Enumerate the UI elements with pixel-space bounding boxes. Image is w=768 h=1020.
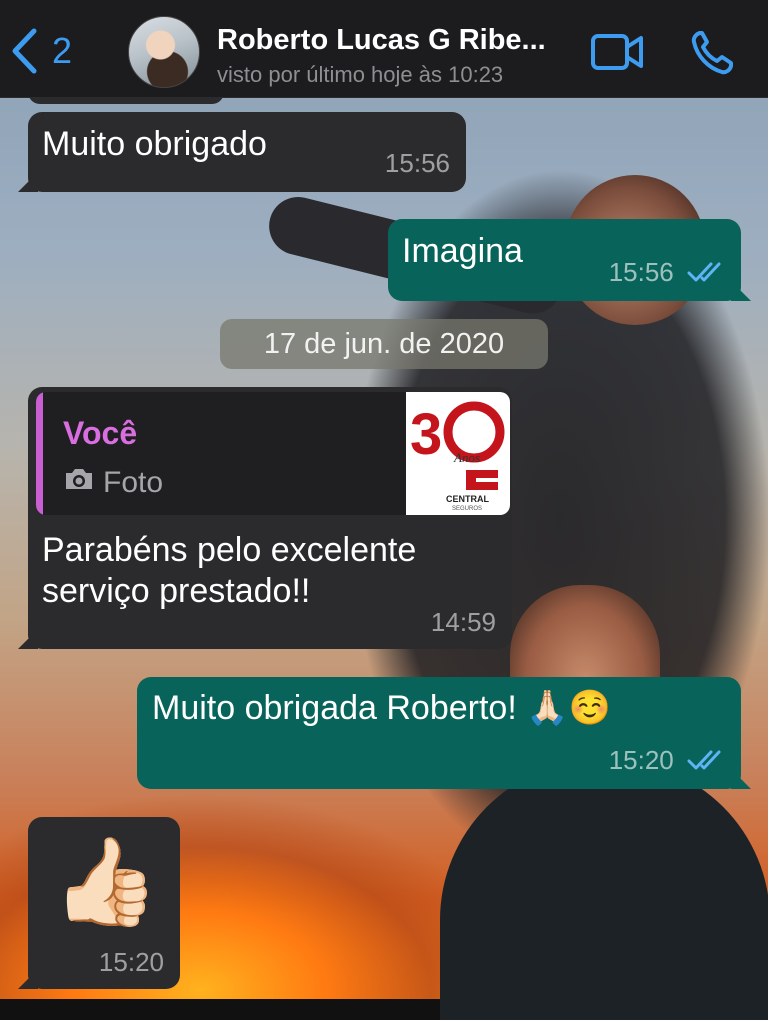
message-text: Muito obrigada Roberto! 🙏🏻☺️ bbox=[152, 689, 611, 727]
quote-accent-bar bbox=[36, 392, 43, 515]
quoted-message[interactable]: Você Foto 3 Anos CENTRAL SEGUROS bbox=[36, 392, 510, 515]
svg-text:CENTRAL: CENTRAL bbox=[446, 494, 489, 504]
message-bubble-incoming[interactable]: Muito obrigado 15:56 bbox=[28, 112, 466, 192]
message-text: Parabéns pelo excelente serviço prestado… bbox=[42, 531, 417, 610]
message-time-row: 15:56 bbox=[609, 257, 727, 290]
last-seen-status: visto por último hoje às 10:23 bbox=[217, 62, 504, 87]
message-time-row: 15:20 bbox=[609, 745, 727, 778]
message-emoji: 👍🏻 bbox=[52, 834, 160, 930]
message-time: 15:20 bbox=[98, 947, 164, 977]
date-separator: 17 de jun. de 2020 bbox=[220, 319, 548, 369]
thumbnail-anos: Anos bbox=[453, 450, 480, 465]
message-bubble-incoming-reply[interactable]: Você Foto 3 Anos CENTRAL SEGUROS Parabén… bbox=[28, 387, 512, 649]
message-text: Muito obrigado bbox=[42, 125, 267, 163]
camera-icon bbox=[63, 466, 103, 500]
message-text: Imagina bbox=[402, 232, 523, 270]
chat-header: 2 Roberto Lucas G Ribe... visto por últi… bbox=[0, 0, 768, 98]
svg-text:SEGUROS: SEGUROS bbox=[452, 506, 482, 512]
message-time: 15:56 bbox=[608, 257, 674, 287]
svg-text:3: 3 bbox=[410, 402, 442, 467]
quote-media-kind: Foto bbox=[103, 466, 164, 499]
video-call-icon[interactable] bbox=[590, 33, 644, 76]
message-bubble-outgoing[interactable]: Muito obrigada Roberto! 🙏🏻☺️ 15:20 bbox=[137, 677, 741, 789]
phone-icon[interactable] bbox=[690, 30, 734, 81]
back-button[interactable]: 2 bbox=[10, 26, 72, 76]
message-bubble-outgoing[interactable]: Imagina 15:56 bbox=[388, 219, 741, 301]
quote-media-label: Foto bbox=[63, 466, 163, 500]
message-bubble-incoming-emoji[interactable]: 👍🏻 15:20 bbox=[28, 817, 180, 989]
chevron-left-icon bbox=[10, 28, 38, 74]
quote-thumbnail-image: 3 Anos CENTRAL SEGUROS bbox=[406, 392, 510, 515]
message-time: 14:59 bbox=[430, 607, 496, 637]
quote-author: Você bbox=[63, 415, 138, 451]
message-time: 15:56 bbox=[384, 148, 450, 178]
double-check-icon bbox=[687, 747, 727, 778]
double-check-icon bbox=[687, 259, 727, 290]
avatar[interactable] bbox=[128, 16, 200, 88]
unread-count: 2 bbox=[52, 30, 73, 71]
contact-name[interactable]: Roberto Lucas G Ribe... bbox=[217, 24, 546, 57]
message-time: 15:20 bbox=[608, 745, 674, 775]
